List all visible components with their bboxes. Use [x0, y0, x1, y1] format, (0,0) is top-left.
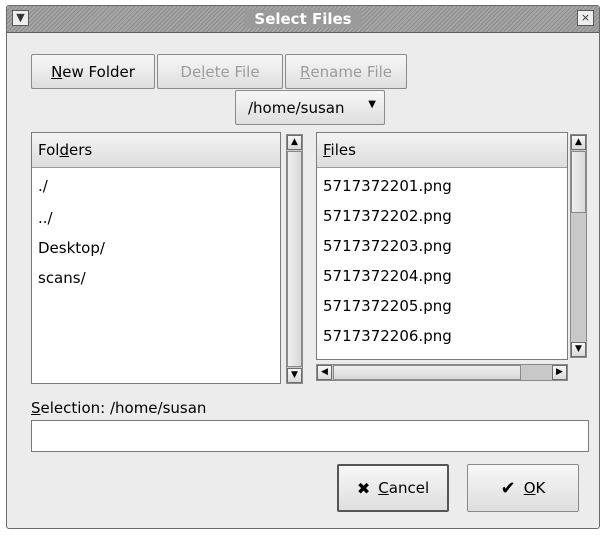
window-title: Select Files [244, 10, 362, 28]
close-icon[interactable]: × [577, 10, 594, 26]
files-list[interactable]: Files 5717372201.png 5717372202.png 5717… [316, 132, 568, 360]
selection-label: Selection: /home/susan [31, 399, 207, 417]
path-dropdown[interactable]: /home/susan ▼ [235, 90, 385, 125]
file-item[interactable]: 5717372203.png [323, 237, 452, 255]
files-hscroll-thumb[interactable] [333, 365, 521, 380]
folders-column-header[interactable]: Folders [32, 133, 280, 168]
scroll-up-icon[interactable]: ▲ [287, 135, 302, 150]
title-bar[interactable]: ▼ Select Files × [7, 6, 599, 33]
folders-list[interactable]: Folders ./ ../ Desktop/ scans/ [31, 132, 281, 384]
scroll-down-icon[interactable]: ▼ [287, 368, 302, 383]
select-files-dialog: ▼ Select Files × New Folder De l ete File … [6, 5, 600, 529]
folder-item[interactable]: ../ [38, 209, 53, 227]
chevron-down-icon: ▼ [368, 99, 376, 110]
folder-item[interactable]: Desktop/ [38, 239, 105, 257]
scroll-right-icon[interactable]: ▶ [552, 365, 567, 380]
file-item[interactable]: 5717372201.png [323, 177, 452, 195]
cancel-button[interactable]: ✖ Cancel [337, 464, 449, 512]
selection-input[interactable] [31, 420, 589, 452]
files-vertical-scrollbar[interactable]: ▲ ▼ [570, 134, 587, 358]
window-menu-icon[interactable]: ▼ [12, 10, 29, 26]
delete-file-button[interactable]: De l ete File [157, 54, 283, 89]
file-item[interactable]: 5717372205.png [323, 297, 452, 315]
files-column-header[interactable]: Files [317, 133, 567, 168]
path-dropdown-value: /home/susan [248, 98, 345, 117]
scroll-up-icon[interactable]: ▲ [571, 135, 586, 150]
folder-item[interactable]: ./ [38, 177, 48, 195]
new-folder-button[interactable]: New Folder [31, 54, 155, 89]
rename-file-button[interactable]: Rename File [285, 54, 407, 89]
scroll-left-icon[interactable]: ◀ [317, 365, 332, 380]
folders-scroll-thumb[interactable] [287, 151, 302, 367]
ok-button[interactable]: ✔ OK [467, 464, 579, 512]
checkmark-icon: ✔ [500, 477, 516, 499]
folders-scrollbar[interactable]: ▲ ▼ [286, 134, 303, 384]
files-vscroll-thumb[interactable] [571, 151, 586, 213]
file-item[interactable]: 5717372206.png [323, 327, 452, 345]
files-horizontal-scrollbar[interactable]: ◀ ▶ [316, 364, 568, 381]
cancel-icon: ✖ [356, 478, 371, 498]
folder-item[interactable]: scans/ [38, 269, 86, 287]
file-item[interactable]: 5717372202.png [323, 207, 452, 225]
scroll-down-icon[interactable]: ▼ [571, 342, 586, 357]
file-item[interactable]: 5717372204.png [323, 267, 452, 285]
